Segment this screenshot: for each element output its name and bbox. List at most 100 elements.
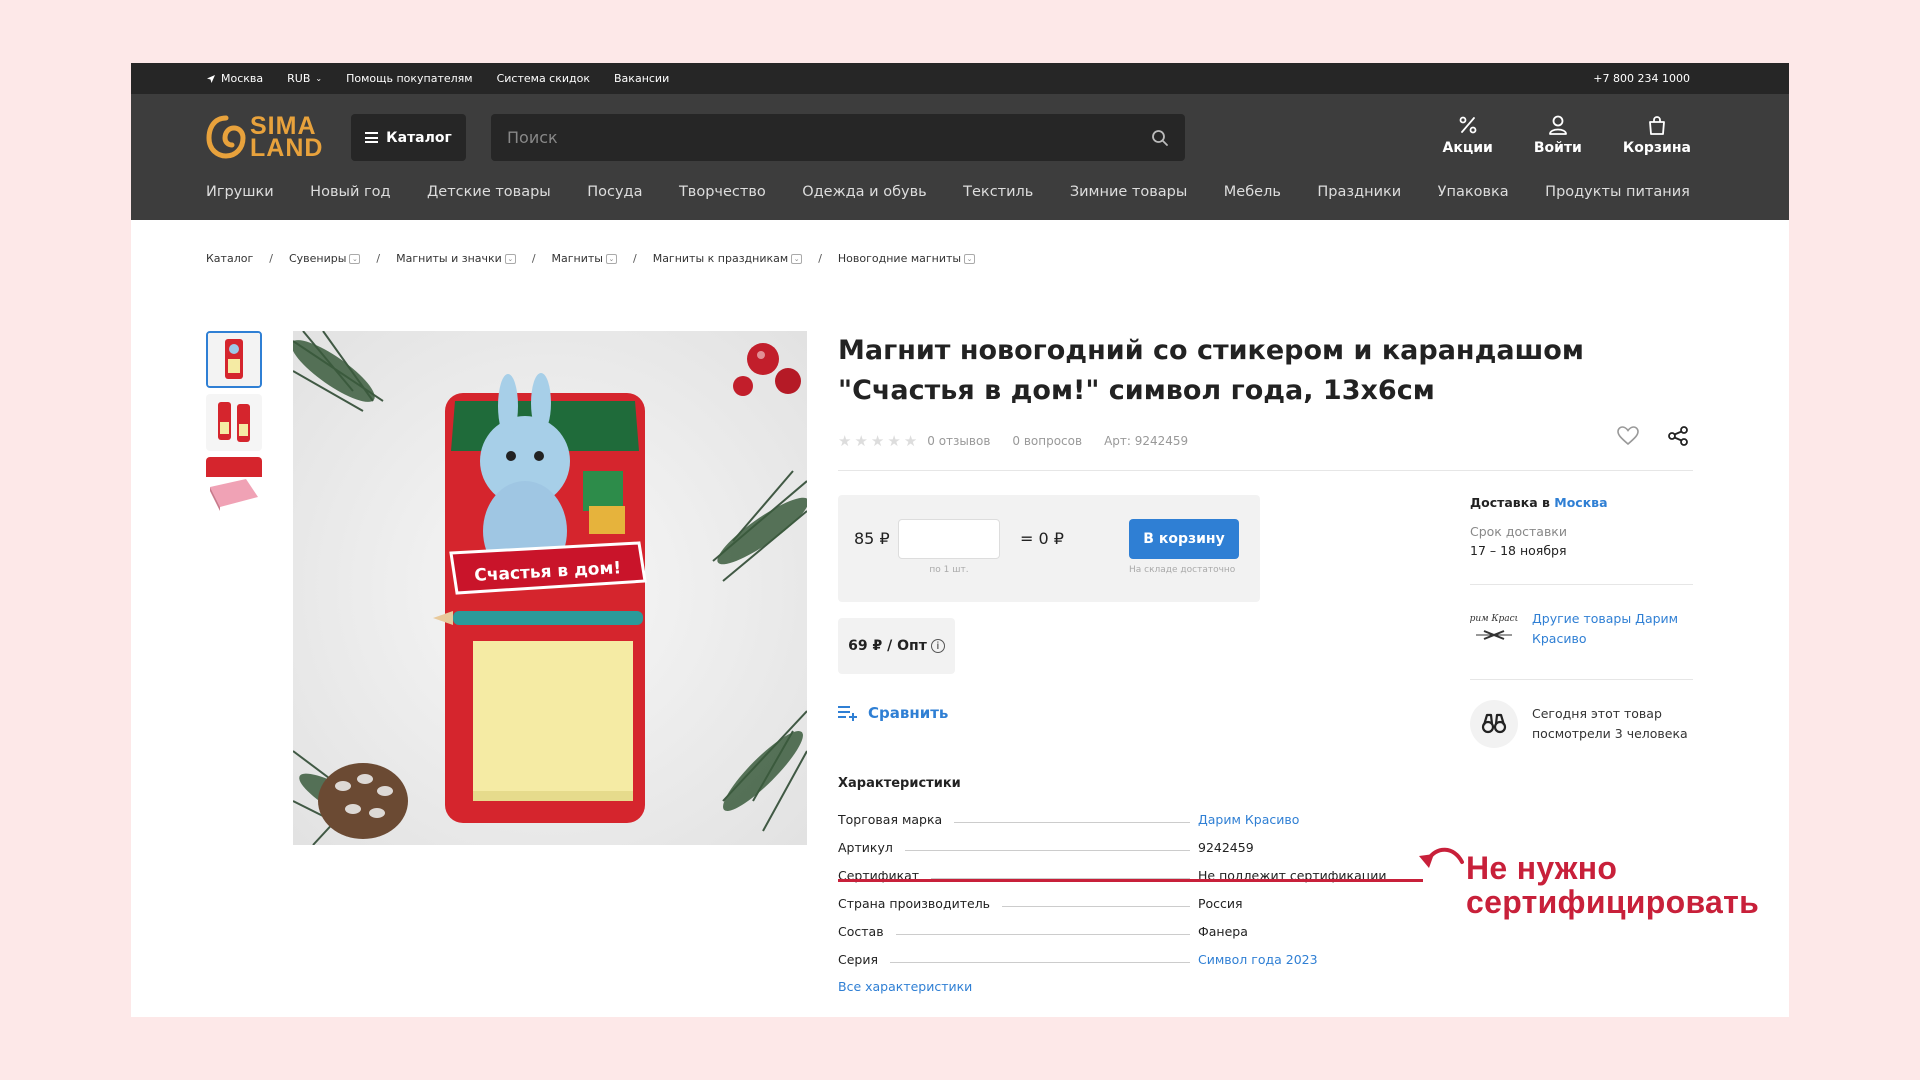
discounts-link[interactable]: Система скидок: [497, 72, 590, 85]
search-icon[interactable]: [1151, 129, 1169, 147]
screenshot-frame: Москва RUB ⌄ Помощь покупателям Система …: [131, 63, 1789, 1017]
wholesale-price[interactable]: 69 ₽ / Опт i: [838, 618, 955, 674]
breadcrumb-item[interactable]: Магниты ⌄: [552, 252, 617, 265]
thumbnail-1[interactable]: [206, 331, 262, 388]
wholesale-price-label: 69 ₽ / Опт: [848, 638, 927, 654]
characteristics-title: Характеристики: [838, 776, 961, 791]
share-icon[interactable]: [1667, 426, 1689, 446]
compare-label: Сравнить: [868, 704, 949, 722]
breadcrumb-item[interactable]: Каталог: [206, 252, 253, 265]
compare-button[interactable]: Сравнить: [838, 704, 948, 722]
chevron-down-icon[interactable]: ⌄: [504, 253, 516, 264]
reviews-link[interactable]: 0 отзывов: [927, 434, 990, 448]
leader-line: [895, 934, 1190, 935]
nav-item[interactable]: Одежда и обувь: [802, 184, 926, 200]
help-link[interactable]: Помощь покупателям: [346, 72, 473, 85]
heart-icon[interactable]: [1617, 426, 1639, 446]
promo-button[interactable]: Акции: [1443, 114, 1493, 156]
binoculars-icon: [1481, 713, 1507, 734]
delivery-prefix: Доставка в: [1470, 495, 1550, 510]
thumbnail-list: [206, 331, 262, 514]
breadcrumb-label: Магниты к праздникам: [652, 252, 789, 265]
delivery-city-link[interactable]: Москва: [1554, 495, 1607, 510]
percent-icon: [1459, 116, 1477, 134]
nav-item[interactable]: Зимние товары: [1070, 184, 1188, 200]
nav-item[interactable]: Продукты питания: [1545, 184, 1690, 200]
unit-price: 85 ₽: [854, 529, 890, 548]
cart-label: Корзина: [1622, 140, 1691, 156]
star-icon: ★: [887, 432, 901, 450]
article-number: Арт: 9242459: [1104, 434, 1189, 448]
delivery-term-label: Срок доставки: [1470, 524, 1567, 539]
nav-item[interactable]: Упаковка: [1438, 184, 1509, 200]
views-text: Сегодня этот товар посмотрели 3 человека: [1532, 706, 1688, 741]
catalog-button[interactable]: Каталог: [351, 114, 466, 161]
top-bar: Москва RUB ⌄ Помощь покупателям Система …: [131, 63, 1789, 94]
nav-item[interactable]: Праздники: [1317, 184, 1401, 200]
all-characteristics-link[interactable]: Все характеристики: [838, 979, 972, 994]
logo-mark-icon: [206, 115, 246, 159]
header-actions: Акции Войти Корзина: [1443, 114, 1691, 156]
category-nav: Игрушки Новый год Детские товары Посуда …: [206, 184, 1690, 200]
characteristic-value-link[interactable]: Дарим Красиво: [1198, 812, 1388, 829]
star-icon: ★: [854, 432, 868, 450]
thumbnail-2[interactable]: [206, 394, 262, 451]
brand-products-link[interactable]: Другие товары Дарим Красиво: [1532, 609, 1693, 649]
thumbnail-image: [206, 457, 262, 514]
breadcrumb-item[interactable]: Магниты и значки ⌄: [396, 252, 516, 265]
product-actions: [1617, 426, 1689, 446]
rating-stars[interactable]: ★ ★ ★ ★ ★: [838, 432, 917, 450]
info-icon[interactable]: i: [930, 639, 945, 653]
thumbnail-image: [208, 333, 260, 386]
characteristic-row: Страна производитель Россия: [838, 885, 1388, 913]
add-to-cart-button[interactable]: В корзину: [1129, 519, 1239, 559]
product-meta: ★ ★ ★ ★ ★ 0 отзывов 0 вопросов Арт: 9242459: [838, 432, 1210, 450]
promo-label: Акции: [1442, 140, 1493, 156]
vacancies-link[interactable]: Вакансии: [614, 72, 669, 85]
currency-label: RUB: [287, 72, 311, 85]
quantity-input[interactable]: [898, 519, 1000, 559]
characteristic-key: Серия: [838, 952, 878, 967]
breadcrumb-item[interactable]: Магниты к праздникам ⌄: [652, 252, 803, 265]
chevron-down-icon[interactable]: ⌄: [964, 253, 976, 264]
chevron-down-icon[interactable]: ⌄: [791, 253, 803, 264]
annotation-arrow-icon: [1419, 847, 1464, 868]
breadcrumb-item[interactable]: Сувениры ⌄: [289, 252, 361, 265]
search-input[interactable]: [507, 128, 1151, 147]
characteristic-value-link[interactable]: Символ года 2023: [1198, 952, 1388, 969]
price-box: 85 ₽ по 1 шт. = 0 ₽ В корзину На складе …: [838, 495, 1260, 602]
nav-item[interactable]: Текстиль: [963, 184, 1033, 200]
user-icon: [1548, 115, 1567, 135]
product-title: Магнит новогодний со стикером и карандаш…: [838, 335, 1584, 406]
annotation-text: Не нужно сертифицировать: [1466, 851, 1759, 919]
nav-item[interactable]: Творчество: [679, 184, 766, 200]
login-button[interactable]: Войти: [1533, 114, 1583, 156]
characteristic-row: Торговая марка Дарим Красиво: [838, 801, 1388, 829]
star-icon: ★: [838, 432, 852, 450]
chevron-down-icon[interactable]: ⌄: [349, 253, 361, 264]
nav-item[interactable]: Детские товары: [427, 184, 551, 200]
characteristic-value: Фанера: [1198, 924, 1248, 939]
cart-button[interactable]: Корзина: [1623, 114, 1691, 156]
breadcrumb-label: Магниты: [551, 252, 603, 265]
nav-item[interactable]: Мебель: [1224, 184, 1281, 200]
characteristic-key: Состав: [838, 924, 884, 939]
breadcrumb-label: Магниты и значки: [396, 252, 502, 265]
city-selector[interactable]: Москва: [206, 72, 263, 85]
divider: [1470, 584, 1693, 585]
thumbnail-3[interactable]: [206, 457, 262, 514]
leader-line: [890, 962, 1190, 963]
logo[interactable]: SIMA LAND: [206, 114, 323, 161]
views-badge: [1470, 700, 1518, 748]
nav-item[interactable]: Новый год: [310, 184, 390, 200]
currency-selector[interactable]: RUB ⌄: [287, 72, 322, 85]
nav-item[interactable]: Игрушки: [206, 184, 274, 200]
brand-logo[interactable]: Дарим Красиво: [1470, 605, 1518, 653]
product-main-image[interactable]: Счастья в дом!: [293, 331, 807, 845]
characteristic-row: Серия Символ года 2023: [838, 941, 1388, 969]
questions-link[interactable]: 0 вопросов: [1012, 434, 1082, 448]
phone-link[interactable]: +7 800 234 1000: [1593, 72, 1690, 85]
nav-item[interactable]: Посуда: [587, 184, 642, 200]
breadcrumb-item[interactable]: Новогодние магниты ⌄: [838, 252, 976, 265]
chevron-down-icon[interactable]: ⌄: [605, 253, 617, 264]
